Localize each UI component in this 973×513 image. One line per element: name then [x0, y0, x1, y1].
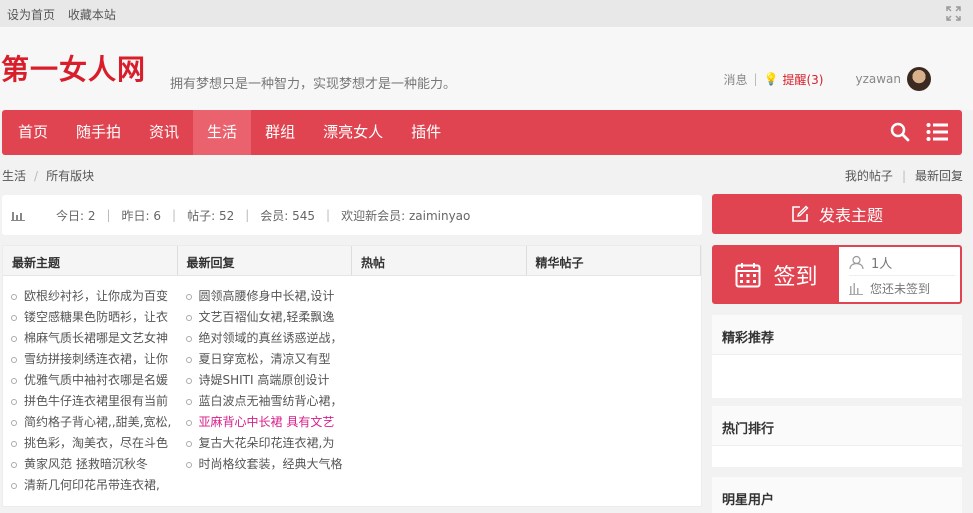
- topic-link[interactable]: 镂空感糖果色防晒衫，让衣: [11, 307, 171, 328]
- lightbulb-icon: 💡: [763, 72, 779, 86]
- reminder-link[interactable]: 提醒(3): [782, 71, 823, 88]
- messages-link[interactable]: 消息: [723, 71, 747, 88]
- fullscreen-icon[interactable]: [946, 6, 961, 21]
- stat-today: 今日: 2: [56, 208, 96, 223]
- quick-links: 我的帖子 | 最新回复: [845, 167, 963, 184]
- main-nav: 首页 随手拍 资讯 生活 群组 漂亮女人 插件: [2, 110, 962, 155]
- my-posts-link[interactable]: 我的帖子: [845, 169, 893, 183]
- stat-yesterday: 昨日: 6: [121, 208, 162, 223]
- site-logo[interactable]: 第一女人网: [1, 48, 146, 88]
- divider: |: [901, 169, 906, 183]
- bar-chart-icon: [849, 283, 863, 295]
- topic-link[interactable]: 雪纺拼接刺绣连衣裙，让你: [11, 349, 171, 370]
- topic-link[interactable]: 优雅气质中袖衬衣哪是名媛: [11, 370, 171, 391]
- reply-link[interactable]: 蓝白波点无袖雪纺背心裙，: [186, 391, 346, 412]
- latest-replies-link[interactable]: 最新回复: [915, 169, 963, 183]
- sign-in-count: 1人: [849, 253, 955, 276]
- featured-posts-column: [527, 276, 702, 496]
- latest-replies-column: 圆领高腰修身中长裙,设计 文艺百褶仙女裙,轻柔飘逸 绝对领域的真丝诱惑逆战， 夏…: [178, 276, 353, 496]
- sign-in-button[interactable]: 签到: [714, 247, 839, 302]
- breadcrumb-life[interactable]: 生活: [2, 169, 26, 183]
- search-icon[interactable]: [890, 122, 910, 142]
- tab-featured-posts[interactable]: 精华帖子: [527, 246, 701, 275]
- nav-item-news[interactable]: 资讯: [135, 110, 193, 155]
- new-topic-label: 发表主题: [818, 206, 883, 225]
- nav-item-beauty[interactable]: 漂亮女人: [309, 110, 397, 155]
- hot-posts-column: [352, 276, 527, 496]
- user-icon: [849, 255, 864, 270]
- calendar-icon: [735, 262, 761, 287]
- new-topic-button[interactable]: 发表主题: [712, 194, 962, 234]
- nav-item-home[interactable]: 首页: [4, 110, 62, 155]
- topic-link[interactable]: 挑色彩，淘美衣，尽在斗色: [11, 433, 171, 454]
- edit-icon: [792, 205, 809, 222]
- topic-link[interactable]: 简约格子背心裙,,甜美,宽松,: [11, 412, 171, 433]
- nav-item-snapshots[interactable]: 随手拍: [62, 110, 135, 155]
- reply-link[interactable]: 时尚格纹套装，经典大气格: [186, 454, 346, 475]
- star-users-panel: 明星用户: [712, 477, 962, 513]
- stat-members: 会员: 545: [260, 208, 316, 223]
- avatar[interactable]: [907, 67, 931, 91]
- top-bar: 设为首页 收藏本站: [0, 0, 973, 27]
- topic-link[interactable]: 清新几何印花吊带连衣裙,: [11, 475, 171, 496]
- star-users-title: 明星用户: [712, 477, 962, 513]
- latest-topics-column: 欧根纱衬衫，让你成为百变 镂空感糖果色防晒衫，让衣 棉麻气质长裙哪是文艺女神 雪…: [3, 276, 178, 496]
- breadcrumb-all-boards[interactable]: 所有版块: [46, 169, 94, 183]
- tab-latest-topics[interactable]: 最新主题: [3, 246, 178, 275]
- site-header: 第一女人网 拥有梦想只是一种智力，实现梦想才是一种能力。 消息 | 💡 提醒(3…: [0, 27, 973, 110]
- bookmark-link[interactable]: 收藏本站: [68, 8, 116, 22]
- sign-in-count-text: 1人: [871, 257, 893, 272]
- reply-link[interactable]: 文艺百褶仙女裙,轻柔飘逸: [186, 307, 346, 328]
- topic-board: 最新主题 最新回复 热帖 精华帖子 欧根纱衬衫，让你成为百变 镂空感糖果色防晒衫…: [2, 245, 702, 507]
- set-home-link[interactable]: 设为首页: [7, 8, 55, 22]
- topic-link[interactable]: 棉麻气质长裙哪是文艺女神: [11, 328, 171, 349]
- reply-link[interactable]: 复古大花朵印花连衣裙,为: [186, 433, 346, 454]
- reply-link[interactable]: 圆领高腰修身中长裙,设计: [186, 286, 346, 307]
- sign-in-info: 1人 您还未签到: [839, 247, 960, 302]
- username-link[interactable]: yzawan: [855, 72, 901, 86]
- reply-link[interactable]: 绝对领域的真丝诱惑逆战，: [186, 328, 346, 349]
- featured-panel: 精彩推荐: [712, 315, 962, 398]
- board-tabs: 最新主题 最新回复 热帖 精华帖子: [3, 246, 701, 276]
- bar-chart-icon: [11, 212, 25, 221]
- ranking-title: 热门排行: [712, 406, 962, 446]
- tab-hot-posts[interactable]: 热帖: [352, 246, 527, 275]
- nav-item-groups[interactable]: 群组: [251, 110, 309, 155]
- reply-link[interactable]: 诗媞SHITI 高端原创设计: [186, 370, 346, 391]
- breadcrumb-divider: /: [34, 169, 39, 183]
- divider: |: [753, 72, 758, 86]
- nav-item-life[interactable]: 生活: [193, 110, 252, 155]
- forum-stats: 今日: 2 | 昨日: 6 | 帖子: 52 | 会员: 545 | 欢迎新会员: za…: [2, 195, 702, 235]
- nav-item-plugins[interactable]: 插件: [397, 110, 455, 155]
- breadcrumb: 生活 / 所有版块: [2, 167, 94, 184]
- tab-latest-replies[interactable]: 最新回复: [178, 246, 352, 275]
- topic-link[interactable]: 黄家风范 拯救暗沉秋冬: [11, 454, 171, 475]
- topic-link[interactable]: 拼色牛仔连衣裙里很有当前: [11, 391, 171, 412]
- user-area: 消息 | 💡 提醒(3) yzawan: [723, 67, 931, 91]
- featured-title: 精彩推荐: [712, 315, 962, 355]
- sign-in-status-text: 您还未签到: [870, 282, 931, 296]
- sign-in-status: 您还未签到: [849, 280, 960, 297]
- ranking-panel: 热门排行: [712, 406, 962, 467]
- site-slogan: 拥有梦想只是一种智力，实现梦想才是一种能力。: [170, 77, 457, 92]
- reply-link[interactable]: 亚麻背心中长裙 具有文艺: [186, 412, 346, 433]
- sign-in-label: 签到: [773, 264, 818, 290]
- sign-in-widget: 签到 1人 您还未签到: [712, 245, 962, 304]
- stat-welcome[interactable]: 欢迎新会员: zaiminyao: [330, 207, 481, 224]
- topic-link[interactable]: 欧根纱衬衫，让你成为百变: [11, 286, 171, 307]
- reply-link[interactable]: 夏日穿宽松，清凉又有型: [186, 349, 346, 370]
- menu-icon[interactable]: [926, 122, 948, 142]
- top-links: 设为首页 收藏本站: [7, 6, 125, 23]
- stat-posts: 帖子: 52: [187, 208, 235, 223]
